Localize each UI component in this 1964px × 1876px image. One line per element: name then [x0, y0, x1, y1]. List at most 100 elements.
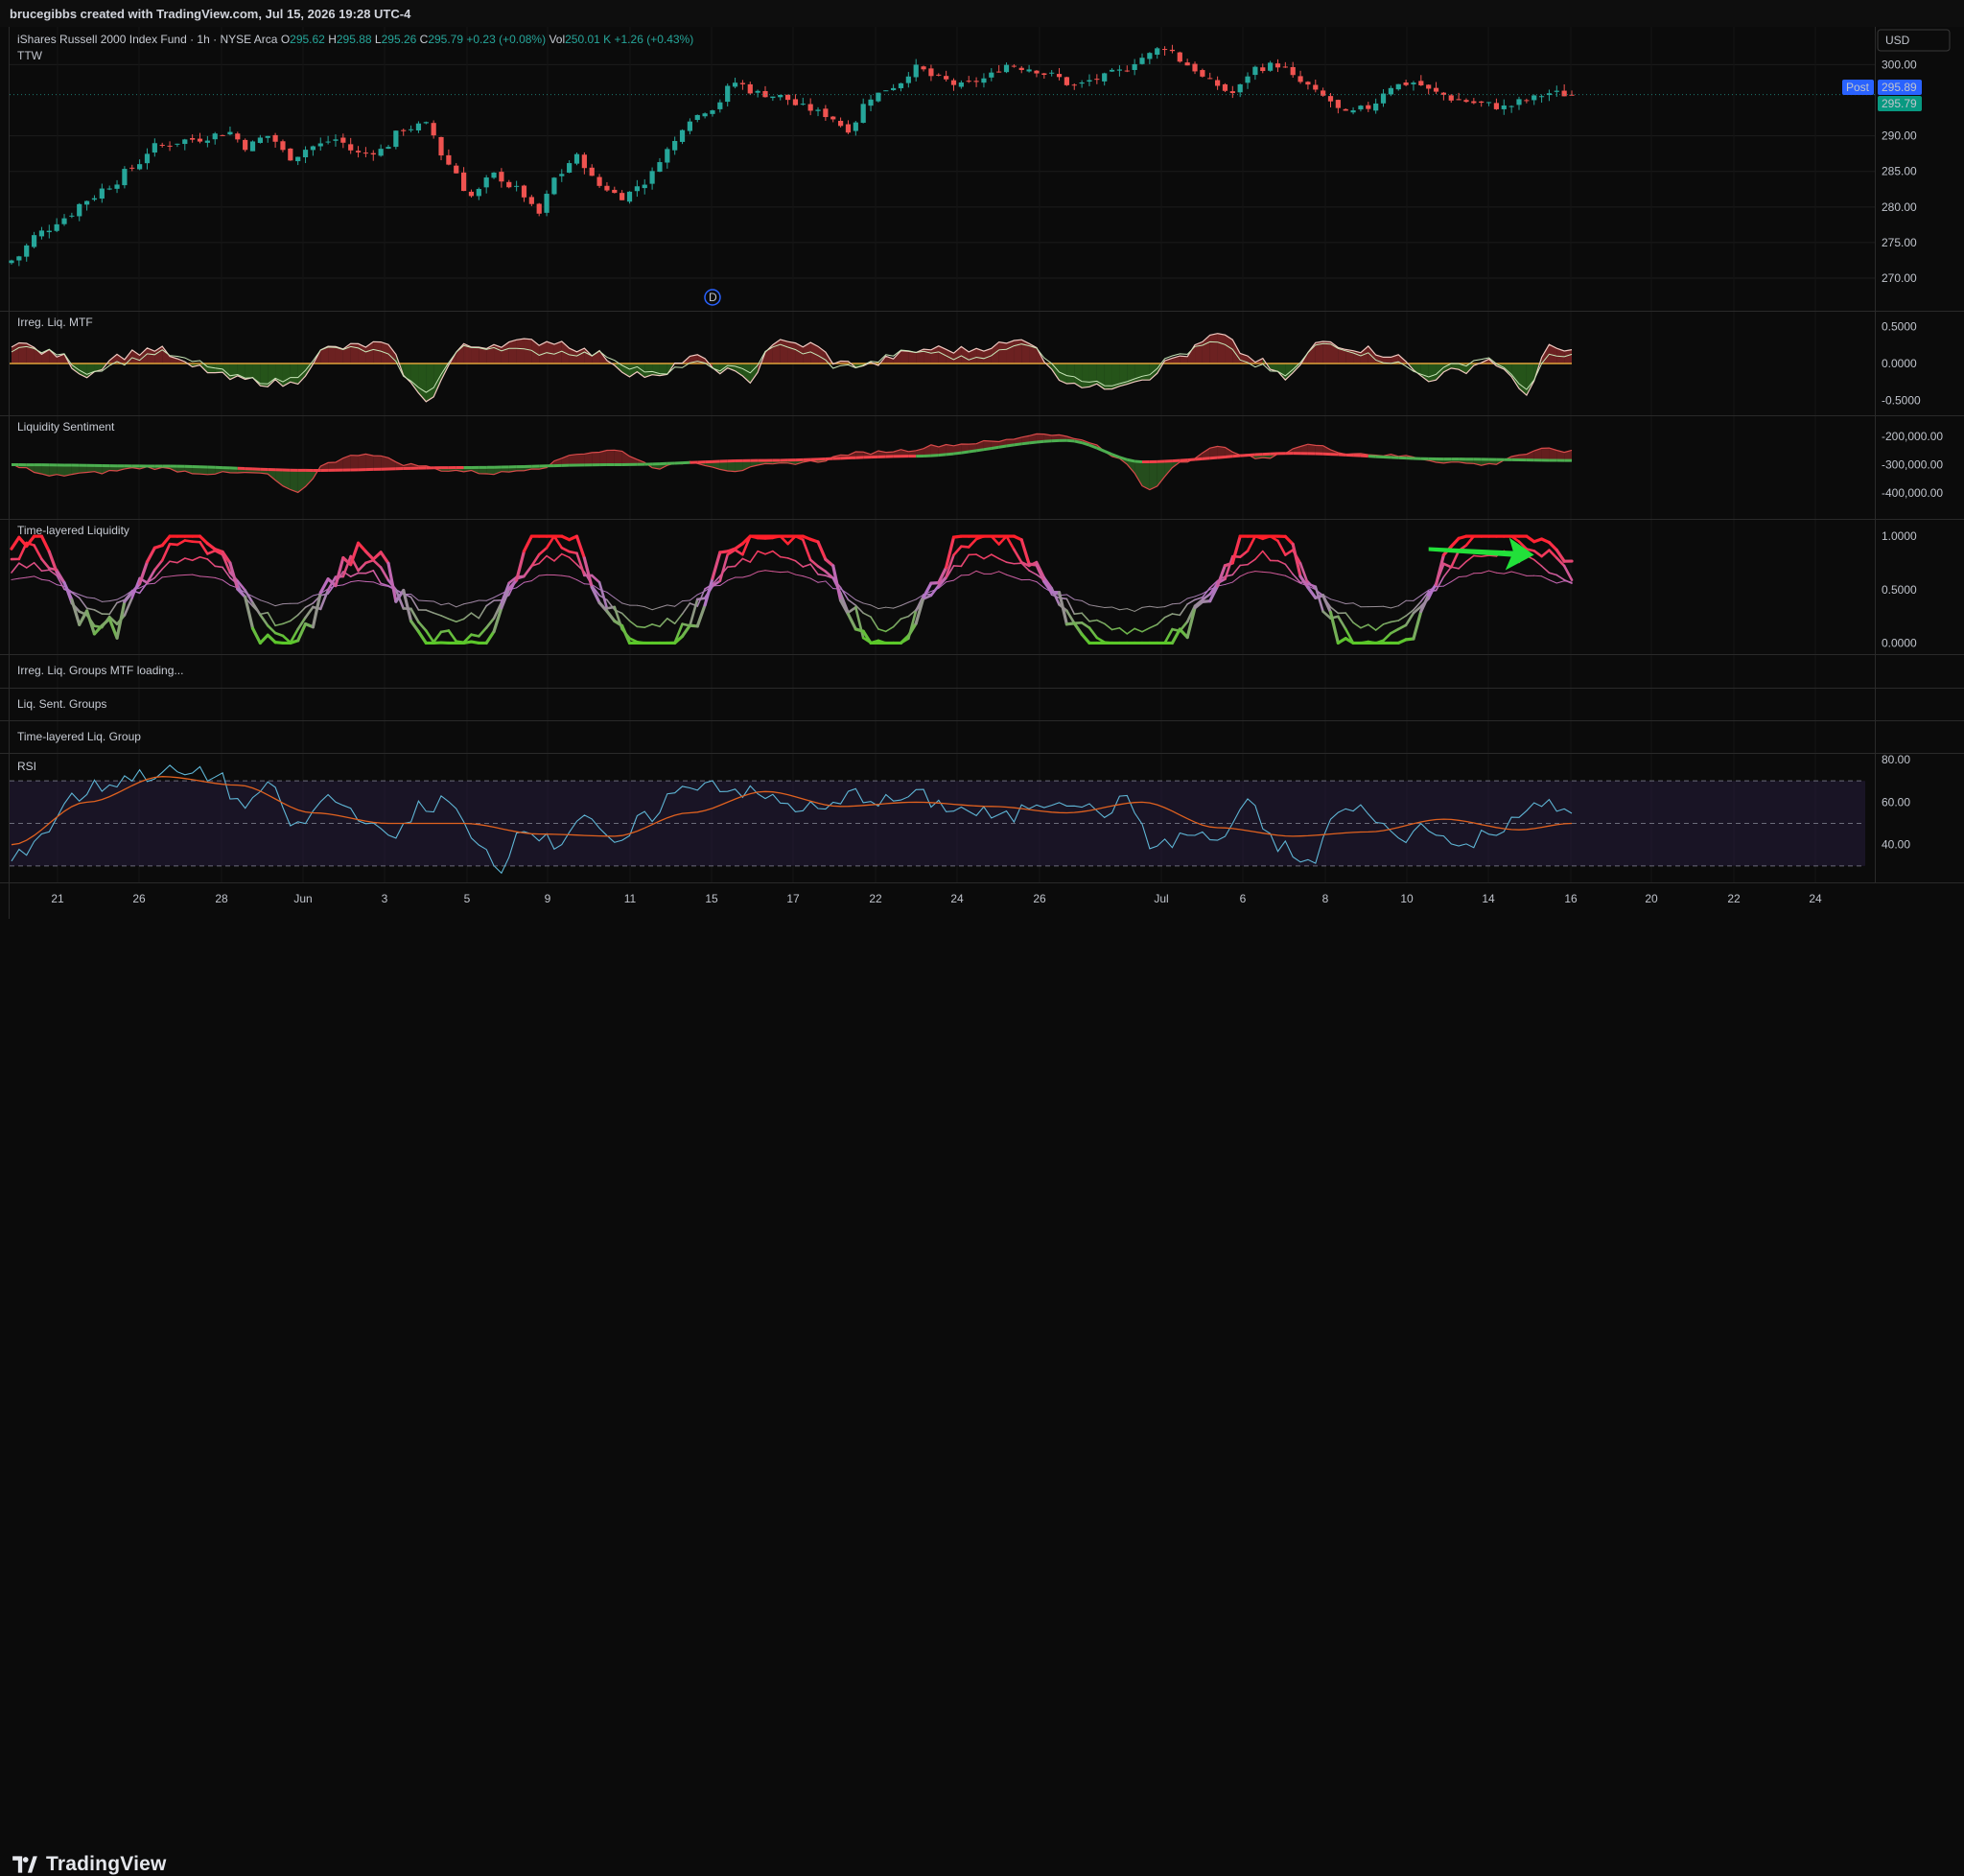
- sent-baseline-segment: [1037, 441, 1044, 442]
- time-tick-label: 22: [1727, 892, 1741, 905]
- sent-baseline-segment: [1074, 441, 1082, 443]
- last-price: 295.79: [1882, 97, 1917, 110]
- candle-body: [1034, 71, 1039, 74]
- sent-baseline-segment: [999, 446, 1007, 447]
- time-tick-label: 26: [132, 892, 146, 905]
- sent-baseline-segment: [1210, 457, 1218, 458]
- candle-body: [438, 137, 443, 155]
- candle-body: [1012, 66, 1017, 67]
- candle-body: [928, 68, 933, 76]
- candle-body: [762, 91, 767, 97]
- candle-body: [446, 155, 451, 165]
- candle-body: [604, 186, 609, 191]
- collapsed-pane-title: Liq. Sent. Groups: [17, 697, 106, 711]
- candle-body: [703, 113, 708, 116]
- sent-area-segment: [1150, 461, 1157, 489]
- candle-body: [688, 122, 692, 131]
- irr-area-segment: [509, 340, 517, 363]
- candle-body: [416, 124, 421, 130]
- candle-body: [1457, 99, 1461, 100]
- time-tick-label: 9: [545, 892, 551, 905]
- time-tick-label: 28: [215, 892, 228, 905]
- candle-body: [899, 83, 903, 88]
- candle-body: [672, 141, 677, 151]
- candle-body: [650, 171, 655, 183]
- candle-body: [1027, 69, 1032, 71]
- candle-body: [160, 145, 165, 146]
- candle-body: [258, 137, 263, 143]
- sent-baseline-segment: [1240, 456, 1248, 457]
- candle-body: [1344, 109, 1348, 111]
- tll-layer-mid-segment: [41, 570, 49, 571]
- time-tick-label: 10: [1400, 892, 1414, 905]
- tll-layer-mid-segment: [637, 626, 644, 627]
- tll-layer-slow-segment: [1255, 572, 1263, 573]
- candle-body: [432, 123, 436, 135]
- candle-body: [944, 76, 948, 80]
- tradingview-logo[interactable]: TradingView: [12, 1853, 167, 1876]
- tll-layer-slow-segment: [1263, 572, 1271, 573]
- candle-body: [574, 154, 579, 164]
- candle-body: [1509, 106, 1514, 107]
- candle-body: [996, 72, 1001, 73]
- candle-body: [477, 189, 481, 196]
- irr-area-segment: [328, 346, 336, 363]
- candle-body: [1524, 100, 1529, 101]
- tll-layer-slow-segment: [1459, 576, 1466, 577]
- candle-body: [1275, 63, 1280, 67]
- candle-body: [815, 109, 820, 110]
- chart-area[interactable]: 300.00290.00285.00280.00275.00270.00DiSh…: [0, 27, 1964, 919]
- candle-body: [1192, 64, 1197, 72]
- candle-body: [182, 139, 187, 144]
- price-tick-label: 300.00: [1882, 58, 1917, 71]
- candle-body: [1313, 84, 1318, 89]
- time-tick-label: 11: [624, 892, 637, 905]
- candle-body: [386, 147, 390, 149]
- candle-body: [220, 135, 224, 136]
- rsi-tick-label: 40.00: [1882, 838, 1910, 852]
- irr-area-segment: [373, 341, 381, 363]
- candle-body: [1230, 91, 1235, 93]
- sent-area-segment: [592, 452, 599, 464]
- candle-body: [1569, 95, 1574, 96]
- time-tick-label: 16: [1564, 892, 1578, 905]
- candle-body: [756, 91, 760, 93]
- candle-body: [627, 192, 632, 201]
- candle-body: [778, 95, 783, 97]
- candle-body: [643, 185, 647, 189]
- irr-area-segment: [1089, 363, 1097, 387]
- time-tick-label: 14: [1482, 892, 1495, 905]
- symbol-title: iShares Russell 2000 Index Fund · 1h · N…: [17, 33, 281, 46]
- irr-tick-label: 0.0000: [1882, 357, 1917, 370]
- candle-body: [1418, 81, 1423, 85]
- sent-baseline-segment: [976, 450, 984, 451]
- sent-area-segment: [1142, 461, 1150, 489]
- tll-layer-mid-segment: [1074, 613, 1082, 614]
- volume-label: Vol: [549, 33, 565, 46]
- candle-body: [695, 115, 700, 120]
- candle-body: [1321, 90, 1325, 95]
- candle-body: [973, 81, 978, 82]
- candle-body: [959, 82, 964, 87]
- price-tick-label: 275.00: [1882, 236, 1917, 249]
- tll-layer-slow-segment: [418, 600, 426, 601]
- candle-body: [107, 189, 112, 190]
- candle-body: [1547, 93, 1552, 95]
- candle-body: [1486, 102, 1491, 103]
- candle-body: [280, 141, 285, 150]
- candle-body: [243, 140, 247, 150]
- candle-body: [1087, 81, 1091, 82]
- candle-body: [733, 82, 737, 86]
- candle-body: [559, 174, 564, 176]
- candle-body: [266, 136, 270, 138]
- candle-body: [190, 138, 195, 140]
- time-tick-label: 8: [1322, 892, 1329, 905]
- sent-tick-label: -400,000.00: [1882, 486, 1943, 500]
- candle-body: [967, 81, 971, 82]
- tll-layer-slow-segment: [1172, 603, 1180, 604]
- sent-tick-label: -300,000.00: [1882, 458, 1943, 472]
- time-tick-label: Jun: [293, 892, 312, 905]
- ohlc-high: 295.88: [337, 33, 375, 46]
- candle-body: [801, 104, 806, 105]
- sent-baseline-segment: [961, 452, 969, 453]
